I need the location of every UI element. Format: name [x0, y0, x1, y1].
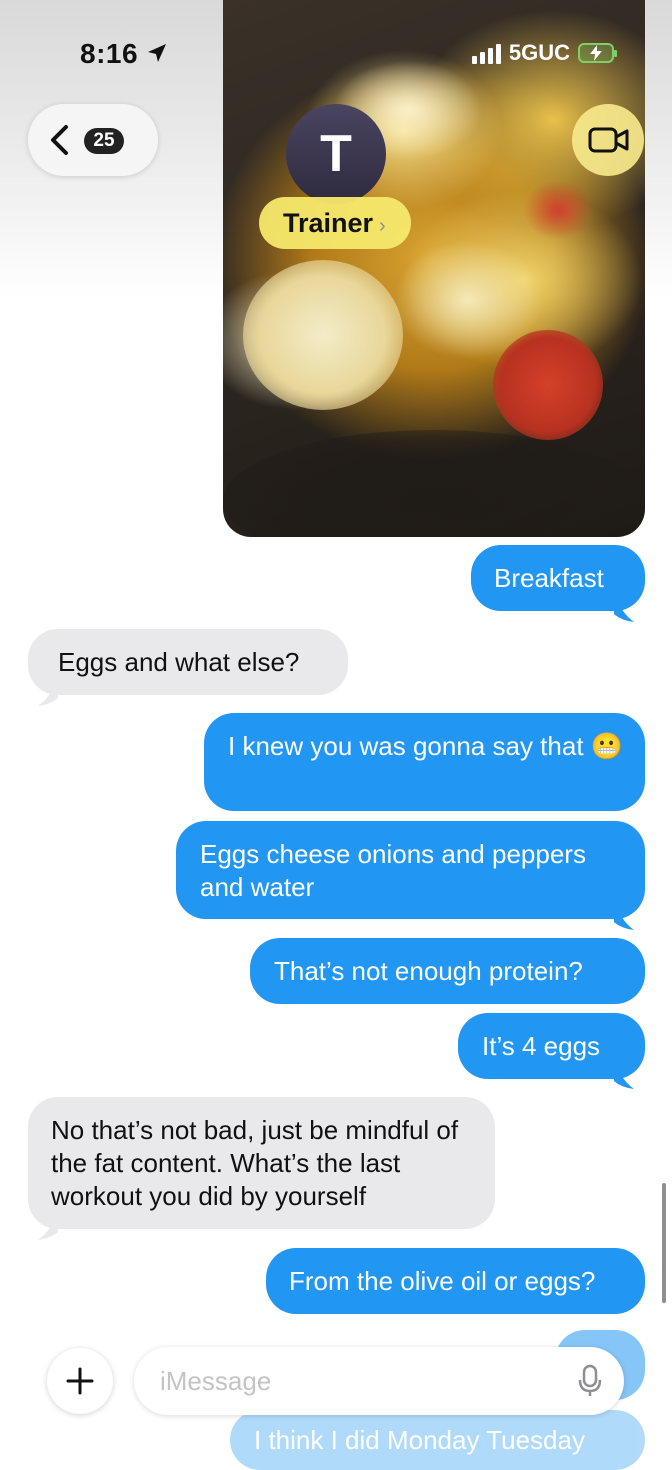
message-text: I knew you was gonna say that 😬 [228, 731, 624, 761]
message-text: It’s 4 eggs [482, 1031, 601, 1061]
bubble-tail [38, 676, 58, 706]
message-bubble-incoming[interactable]: No that’s not bad, just be mindful of th… [28, 1097, 495, 1229]
bubble-tail [614, 1059, 634, 1089]
imessage-input[interactable]: iMessage [134, 1347, 624, 1415]
apps-plus-button[interactable] [47, 1348, 113, 1414]
message-text: Breakfast [494, 563, 604, 593]
contact-name: Trainer [283, 208, 374, 238]
video-camera-icon [588, 127, 629, 153]
message-text: Eggs and what else? [58, 647, 300, 677]
network-type: 5GUC [508, 40, 570, 65]
back-button[interactable]: 25 [28, 104, 158, 176]
message-text: No that’s not bad, just be mindful of th… [51, 1115, 459, 1211]
signal-strength-icon [471, 42, 501, 64]
message-bubble-outgoing[interactable]: That’s not enough protein? [250, 938, 645, 1004]
bubble-tail [614, 900, 634, 930]
photo-detail [243, 260, 403, 410]
message-bubble-outgoing[interactable]: Eggs cheese onions and peppers and water [176, 821, 645, 919]
status-time: 8:16 [80, 38, 139, 69]
unread-count-badge: 25 [84, 128, 124, 154]
message-text: From the olive oil or eggs? [289, 1266, 596, 1296]
photo-detail [393, 240, 543, 360]
plus-icon [66, 1367, 94, 1395]
input-placeholder: iMessage [160, 1366, 272, 1396]
facetime-video-button[interactable] [572, 104, 644, 176]
message-bubble-outgoing-partial[interactable]: I think I did Monday Tuesday [230, 1410, 645, 1470]
message-text: That’s not enough protein? [274, 956, 583, 986]
contact-avatar[interactable]: T [286, 104, 386, 204]
message-bubble-incoming[interactable]: Eggs and what else? [28, 629, 348, 695]
scrollbar[interactable] [662, 1183, 666, 1303]
message-bubble-outgoing[interactable]: From the olive oil or eggs? [266, 1248, 645, 1314]
chevron-left-icon [51, 125, 68, 155]
food-photo[interactable] [223, 0, 645, 537]
contact-name-button[interactable]: Trainer › [259, 197, 411, 249]
photo-detail [523, 180, 593, 240]
location-arrow-icon [148, 44, 166, 62]
photo-detail [223, 430, 645, 537]
bubble-tail [614, 592, 634, 622]
chevron-right-icon: › [379, 215, 386, 237]
message-bubble-outgoing[interactable]: I knew you was gonna say that 😬 [204, 713, 645, 811]
message-text: Eggs cheese onions and peppers and water [200, 839, 586, 902]
status-indicators: 5GUC [471, 40, 617, 66]
bubble-tail [38, 1210, 58, 1240]
message-text: I think I did Monday Tuesday [254, 1425, 585, 1455]
microphone-icon[interactable] [578, 1364, 602, 1398]
battery-charging-icon [578, 43, 617, 63]
